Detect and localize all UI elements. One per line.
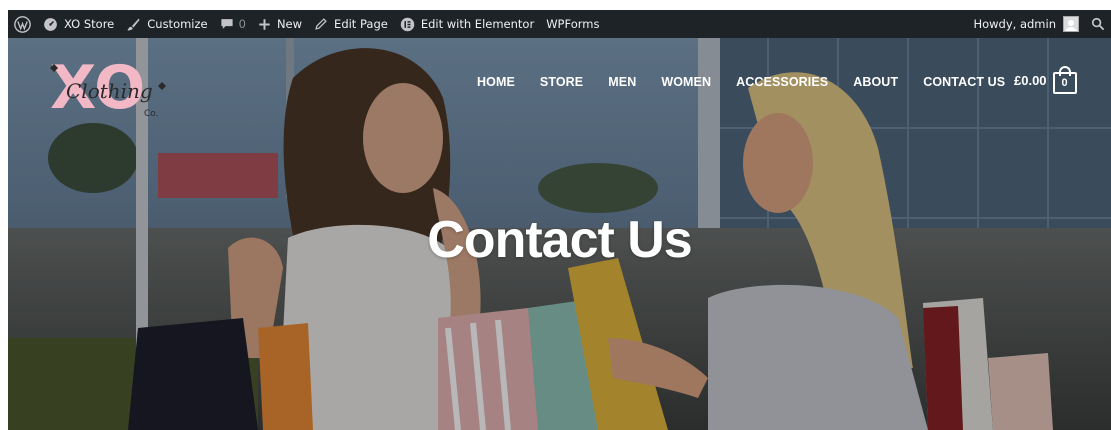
nav-home[interactable]: HOME: [477, 75, 515, 89]
nav-contact-us[interactable]: CONTACT US: [923, 75, 1005, 89]
site-logo[interactable]: XO Clothing Co.: [46, 52, 176, 123]
site-name-label: XO Store: [64, 17, 115, 31]
header-cart[interactable]: £0.00 0: [1014, 66, 1077, 94]
my-account-menu[interactable]: Howdy, admin: [967, 10, 1085, 38]
hero-banner: XO Clothing Co. HOME STORE MEN WOMEN ACC…: [8, 38, 1111, 430]
new-content-menu[interactable]: New: [252, 10, 308, 38]
admin-search[interactable]: [1085, 10, 1111, 38]
edit-page-label: Edit Page: [334, 17, 388, 31]
nav-women[interactable]: WOMEN: [661, 75, 711, 89]
wordpress-menu[interactable]: [8, 10, 37, 38]
elementor-link[interactable]: Edit with Elementor: [394, 10, 540, 38]
heart-icon: [158, 82, 166, 90]
nav-accessories[interactable]: ACCESSORIES: [736, 75, 828, 89]
nav-men[interactable]: MEN: [608, 75, 636, 89]
plus-icon: [258, 18, 271, 31]
wordpress-logo-icon: [14, 15, 31, 33]
customize-label: Customize: [147, 17, 208, 31]
elementor-icon: [400, 17, 415, 32]
edit-page-link[interactable]: Edit Page: [308, 10, 394, 38]
site-name-menu[interactable]: XO Store: [37, 10, 120, 38]
shopping-bag-icon: 0: [1052, 66, 1077, 94]
cart-total: £0.00: [1014, 72, 1047, 88]
cart-count: 0: [1052, 72, 1077, 94]
wpforms-link[interactable]: WPForms: [540, 10, 605, 38]
comment-bubble-icon: [220, 17, 234, 31]
comments-count: 0: [238, 17, 246, 31]
pencil-icon: [314, 17, 328, 31]
main-navigation: HOME STORE MEN WOMEN ACCESSORIES ABOUT C…: [477, 75, 1030, 89]
comments-link[interactable]: 0: [214, 10, 252, 38]
new-label: New: [276, 17, 303, 31]
paintbrush-icon: [126, 17, 141, 32]
search-icon: [1091, 17, 1105, 31]
logo-suffix-text: Co.: [144, 109, 159, 119]
wp-admin-bar: XO Store Customize 0 New Edit Page Edit …: [8, 10, 1111, 38]
customize-link[interactable]: Customize: [120, 10, 213, 38]
page-title: Contact Us: [427, 211, 692, 269]
elementor-label: Edit with Elementor: [420, 17, 535, 31]
logo-script-text: Clothing: [66, 79, 153, 103]
wpforms-label: WPForms: [546, 17, 600, 31]
nav-about[interactable]: ABOUT: [853, 75, 898, 89]
dashboard-icon: [43, 17, 58, 32]
nav-store[interactable]: STORE: [540, 75, 583, 89]
howdy-label: Howdy, admin: [973, 17, 1056, 31]
avatar: [1063, 16, 1079, 32]
